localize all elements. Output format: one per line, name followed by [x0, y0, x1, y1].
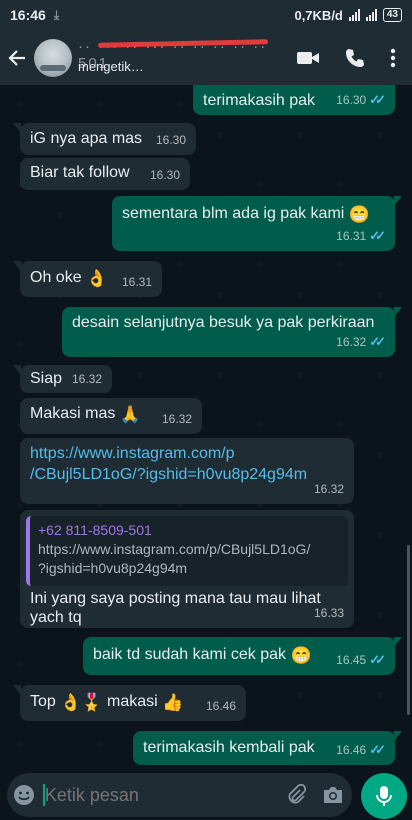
- typing-status: mengetik…: [78, 59, 144, 74]
- message-meta: 16.32 ✓✓: [336, 331, 386, 353]
- avatar[interactable]: [34, 38, 72, 77]
- signal-icon: [348, 9, 360, 21]
- message-meta: 16.45 ✓✓: [336, 649, 386, 671]
- chat-scrollbar[interactable]: [407, 545, 410, 715]
- video-call-icon[interactable]: [296, 49, 320, 67]
- emoji-button[interactable]: [7, 784, 41, 806]
- quoted-sender: +62 811-8509-501: [38, 522, 152, 538]
- message-outgoing[interactable]: baik td sudah kami cek pak 😁 16.45 ✓✓: [83, 637, 402, 675]
- read-ticks-icon: ✓✓: [369, 742, 386, 757]
- back-button[interactable]: [0, 48, 34, 68]
- message-incoming[interactable]: Siap 16.32: [13, 365, 112, 393]
- message-outgoing[interactable]: terimakasih kembali pak 16.46 ✓✓: [133, 731, 402, 765]
- message-time: 16.30: [336, 93, 367, 107]
- voice-message-button[interactable]: [361, 773, 407, 819]
- message-text: Oh oke 👌: [30, 267, 107, 289]
- message-incoming-link[interactable]: https://www.instagram.com/p /CBujl5LD1oG…: [20, 438, 354, 504]
- attach-button[interactable]: [277, 784, 315, 806]
- battery-icon: 43: [382, 8, 402, 22]
- message-incoming[interactable]: iG nya apa mas 16.30: [13, 123, 196, 155]
- network-speed: 0,7KB/d: [294, 7, 343, 23]
- read-ticks-icon: ✓✓: [369, 228, 386, 243]
- message-time: 16.32: [336, 335, 367, 349]
- microphone-icon: [376, 786, 392, 806]
- grinning-face-emoji: 😁: [348, 205, 370, 224]
- message-text-content: baik td sudah kami cek pak: [93, 646, 286, 663]
- grinning-face-emoji: 😁: [290, 646, 312, 665]
- message-time: 16.46: [205, 699, 236, 713]
- status-time: 16:46: [10, 7, 46, 23]
- message-text-content: Makasi mas: [30, 405, 116, 422]
- folded-hands-emoji: 🙏: [119, 405, 141, 424]
- camera-button[interactable]: [314, 785, 352, 805]
- message-text-content: Oh oke: [30, 269, 82, 286]
- quoted-text: ?igshid=h0vu8p24g94m: [38, 560, 188, 576]
- message-text: terimakasih kembali pak: [143, 739, 315, 756]
- read-ticks-icon: ✓✓: [369, 334, 386, 349]
- quoted-message[interactable]: +62 811-8509-501 https://www.instagram.c…: [26, 516, 348, 586]
- message-text: sementara blm ada ig pak kami 😁: [122, 203, 370, 225]
- contact-info[interactable]: ·· ··· ·· ··· ·· ·· ·· ·· ·· 501 mengeti…: [78, 30, 296, 85]
- message-time: 16.46: [336, 743, 367, 757]
- download-icon: ⤓: [53, 7, 60, 22]
- status-right: 0,7KB/d 43: [294, 8, 402, 23]
- message-meta: 16.31 ✓✓: [336, 225, 386, 247]
- message-time: 16.30: [155, 133, 186, 147]
- phone-call-icon[interactable]: [344, 47, 366, 69]
- message-link[interactable]: /CBujl5LD1oG/?igshid=h0vu8p24g94m: [30, 464, 307, 486]
- more-options-icon[interactable]: [390, 48, 396, 68]
- message-meta: 16.46 ✓✓: [336, 739, 386, 761]
- message-text: Top 👌🎖️ makasi 👍: [30, 691, 183, 713]
- message-outgoing[interactable]: terimakasih pak 16.30 ✓✓: [193, 85, 395, 115]
- chat-header: ·· ··· ·· ··· ·· ·· ·· ·· ·· 501 mengeti…: [0, 30, 412, 85]
- message-text: Makasi mas 🙏: [30, 403, 141, 425]
- header-actions: [296, 47, 412, 69]
- message-input[interactable]: [44, 784, 277, 806]
- message-time: 16.32: [161, 412, 192, 426]
- message-incoming-reply[interactable]: +62 811-8509-501 https://www.instagram.c…: [20, 510, 354, 628]
- message-text: iG nya apa mas: [30, 130, 143, 147]
- message-time: 16.45: [336, 653, 367, 667]
- read-ticks-icon: ✓✓: [369, 92, 386, 107]
- message-link[interactable]: https://www.instagram.com/p: [30, 443, 235, 465]
- smiley-icon: [14, 785, 35, 805]
- message-time: 16.32: [71, 372, 102, 386]
- message-text: desain selanjutnya besuk ya pak perkiraa…: [72, 314, 375, 331]
- message-incoming[interactable]: Makasi mas 🙏 16.32: [20, 398, 202, 434]
- paperclip-icon: [288, 784, 306, 804]
- message-outgoing[interactable]: desain selanjutnya besuk ya pak perkiraa…: [62, 307, 402, 357]
- message-incoming[interactable]: Oh oke 👌 16.31: [13, 261, 162, 297]
- signal-icon-2: [365, 9, 377, 21]
- ok-hand-emoji: 👌: [86, 269, 108, 288]
- camera-icon: [324, 787, 343, 803]
- message-time: 16.32: [313, 482, 344, 496]
- read-ticks-icon: ✓✓: [369, 652, 386, 667]
- message-time: 16.31: [336, 229, 367, 243]
- message-text: baik td sudah kami cek pak 😁: [93, 644, 312, 666]
- ok-hand-emoji: 👌: [60, 693, 82, 712]
- composer-bar: [0, 765, 412, 820]
- contact-name-redacted: ·· ··· ·· ··· ·· ·· ·· ·· ·· 501: [78, 38, 273, 72]
- message-text-content: Top: [30, 693, 56, 710]
- message-outgoing[interactable]: sementara blm ada ig pak kami 😁 16.31 ✓✓: [112, 196, 402, 251]
- message-text-content: makasi: [107, 693, 158, 710]
- status-bar: 16:46 ⤓ 0,7KB/d 43: [0, 0, 412, 30]
- message-time: 16.30: [149, 168, 180, 182]
- quoted-text: https://www.instagram.com/p/CBujl5LD1oG/: [38, 541, 311, 557]
- chat-area[interactable]: terimakasih pak 16.30 ✓✓ iG nya apa mas …: [0, 85, 412, 765]
- medal-emoji: 🎖️: [81, 693, 103, 712]
- message-text-content: sementara blm ada ig pak kami: [122, 205, 345, 222]
- message-text: yach tq: [30, 609, 82, 626]
- message-text: terimakasih pak: [203, 92, 316, 109]
- message-incoming[interactable]: Biar tak follow 16.30: [20, 158, 190, 190]
- message-incoming[interactable]: Top 👌🎖️ makasi 👍 16.46: [13, 685, 246, 721]
- message-time: 16.31: [121, 275, 152, 289]
- message-time: 16.33: [313, 606, 344, 620]
- message-meta: 16.30 ✓✓: [336, 89, 386, 111]
- thumbs-up-emoji: 👍: [162, 693, 184, 712]
- message-text: Biar tak follow: [30, 164, 130, 181]
- arrow-left-icon: [8, 49, 25, 66]
- message-text: Siap: [30, 370, 63, 387]
- message-input-box[interactable]: [7, 773, 352, 817]
